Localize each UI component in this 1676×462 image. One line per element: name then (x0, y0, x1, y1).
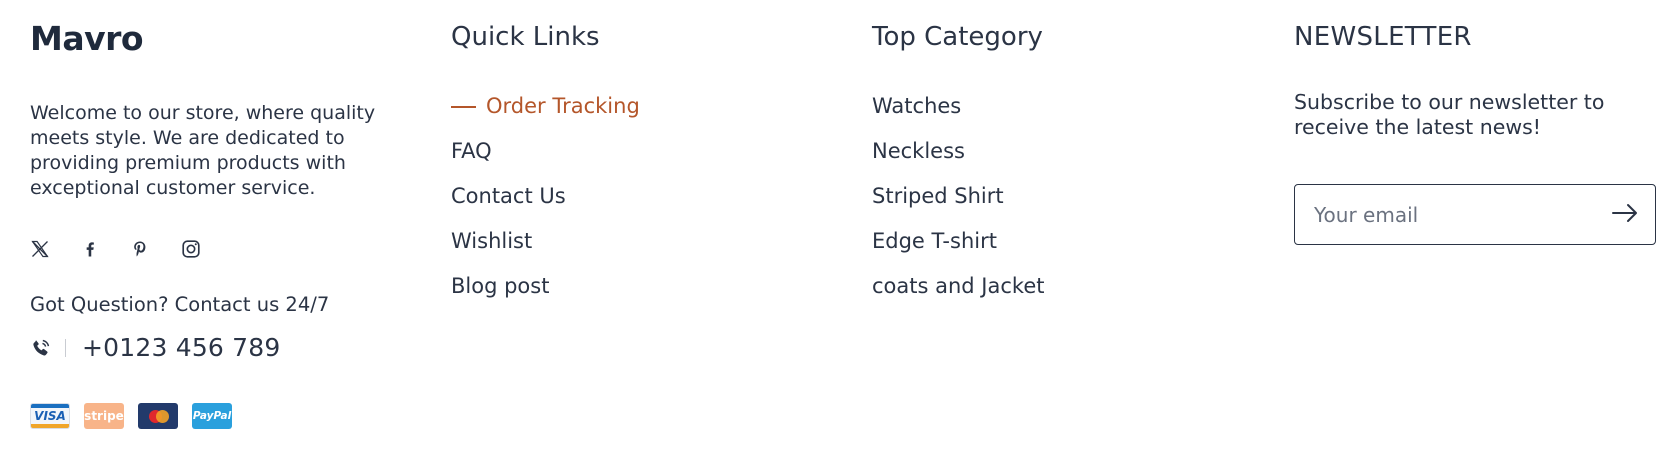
top-category-title: Top Category (872, 22, 1043, 52)
link-contact-us[interactable]: Contact Us (451, 174, 640, 219)
link-faq[interactable]: FAQ (451, 129, 640, 174)
contact-question: Got Question? Contact us 24/7 (30, 293, 330, 316)
facebook-icon[interactable] (80, 236, 130, 262)
active-dash (451, 105, 476, 108)
category-label: coats and Jacket (872, 274, 1045, 298)
quick-links-title: Quick Links (451, 22, 600, 52)
category-label: Watches (872, 94, 962, 118)
paypal-icon: PayPal (192, 403, 232, 429)
mastercard-icon (138, 403, 178, 429)
newsletter-title: NEWSLETTER (1294, 22, 1472, 52)
link-label: FAQ (451, 139, 492, 163)
newsletter-form (1294, 184, 1656, 245)
quick-links-list: Order Tracking FAQ Contact Us Wishlist B… (451, 84, 640, 309)
logo-text: Mavro (30, 18, 144, 58)
link-label: Contact Us (451, 184, 566, 208)
visa-label: VISA (34, 409, 66, 423)
newsletter-text: Subscribe to our newsletter to receive t… (1294, 90, 1605, 139)
phone-divider (65, 338, 66, 357)
payment-methods: VISA stripe PayPal (30, 403, 232, 429)
category-label: Neckless (872, 139, 965, 163)
stripe-label: stripe (84, 409, 124, 423)
visa-icon: VISA (30, 403, 70, 429)
category-edge-tshirt[interactable]: Edge T-shirt (872, 219, 1044, 264)
top-category-list: Watches Neckless Striped Shirt Edge T-sh… (872, 84, 1044, 309)
category-label: Striped Shirt (872, 184, 1004, 208)
category-coats-jacket[interactable]: coats and Jacket (872, 264, 1044, 309)
brand-logo[interactable]: Mavro (30, 18, 144, 58)
email-input[interactable] (1295, 185, 1595, 244)
link-wishlist[interactable]: Wishlist (451, 219, 640, 264)
subscribe-button[interactable] (1595, 185, 1655, 244)
phone-contact[interactable]: +0123 456 789 (30, 333, 281, 362)
category-label: Edge T-shirt (872, 229, 997, 253)
phone-icon (30, 337, 52, 359)
link-blog-post[interactable]: Blog post (451, 264, 640, 309)
category-watches[interactable]: Watches (872, 84, 1044, 129)
x-twitter-icon[interactable] (30, 236, 80, 262)
category-striped-shirt[interactable]: Striped Shirt (872, 174, 1044, 219)
about-text: Welcome to our store, where quality meet… (30, 102, 376, 199)
link-label: Wishlist (451, 229, 533, 253)
paypal-label: PayPal (192, 410, 232, 422)
pinterest-icon[interactable] (130, 236, 180, 262)
instagram-icon[interactable] (180, 236, 230, 262)
category-neckless[interactable]: Neckless (872, 129, 1044, 174)
phone-number[interactable]: +0123 456 789 (82, 333, 281, 362)
social-links (30, 236, 230, 262)
link-label: Blog post (451, 274, 550, 298)
stripe-icon: stripe (84, 403, 124, 429)
link-order-tracking[interactable]: Order Tracking (451, 84, 640, 129)
link-label: Order Tracking (486, 94, 640, 118)
arrow-right-icon (1612, 203, 1638, 226)
